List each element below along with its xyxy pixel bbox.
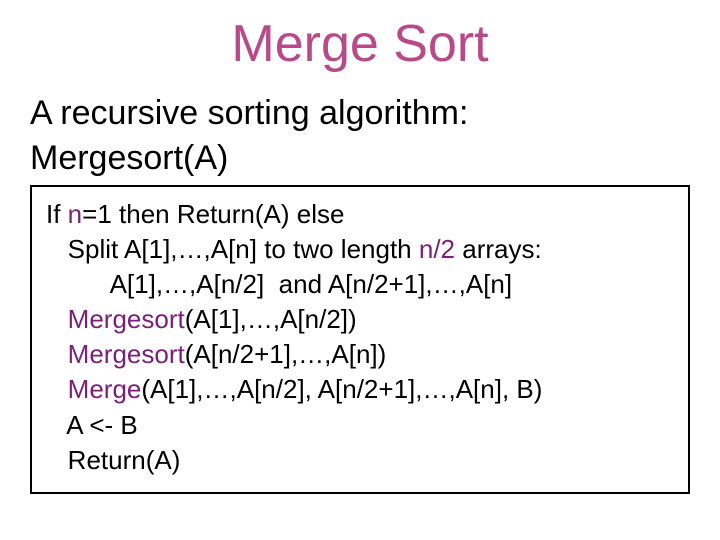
pseudocode-box: If n=1 then Return(A) else Split A[1],…,… (30, 185, 690, 494)
code-keyword-mergesort: Mergesort (68, 339, 185, 369)
code-line-7: A <- B (46, 408, 674, 443)
code-line-2: Split A[1],…,A[n] to two length n/2 arra… (46, 232, 674, 267)
code-line-4: Mergesort(A[1],…,A[n/2]) (46, 302, 674, 337)
subtitle-line-1: A recursive sorting algorithm: (30, 92, 690, 135)
code-line-1: If n=1 then Return(A) else (46, 197, 674, 232)
code-keyword-mergesort: Mergesort (68, 304, 185, 334)
code-keyword-merge: Merge (68, 374, 142, 404)
code-text: =1 then Return(A) else (82, 199, 344, 229)
subtitle-line-2: Mergesort(A) (30, 137, 690, 180)
code-text (46, 339, 68, 369)
code-text: Split A[1],…,A[n] to two length (46, 234, 419, 264)
code-text (46, 374, 68, 404)
code-text: arrays: (455, 234, 542, 264)
code-line-8: Return(A) (46, 443, 674, 478)
slide-title: Merge Sort (30, 14, 690, 74)
code-text (46, 304, 68, 334)
code-keyword-nhalf: n/2 (419, 234, 455, 264)
code-text: (A[n/2+1],…,A[n]) (185, 339, 387, 369)
code-line-6: Merge(A[1],…,A[n/2], A[n/2+1],…,A[n], B) (46, 372, 674, 407)
code-text: If (46, 199, 68, 229)
code-text: (A[1],…,A[n/2], A[n/2+1],…,A[n], B) (141, 374, 542, 404)
code-keyword-n: n (68, 199, 82, 229)
code-text: (A[1],…,A[n/2]) (185, 304, 357, 334)
slide: Merge Sort A recursive sorting algorithm… (0, 0, 720, 540)
code-line-3: A[1],…,A[n/2] and A[n/2+1],…,A[n] (46, 267, 674, 302)
code-line-5: Mergesort(A[n/2+1],…,A[n]) (46, 337, 674, 372)
